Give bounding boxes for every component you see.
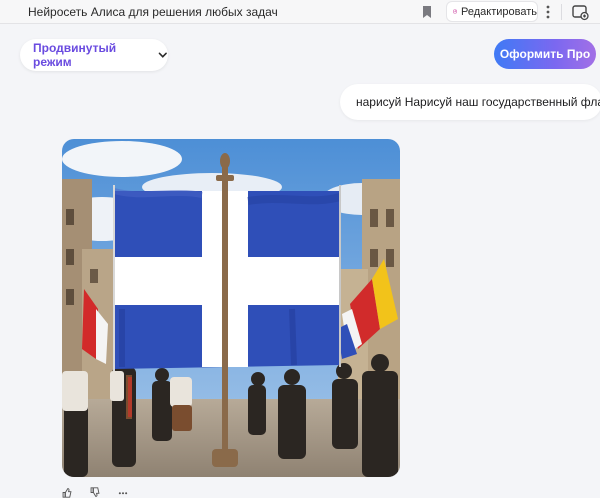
edit-button[interactable]: Редактировать: [446, 1, 538, 22]
mode-selector-label: Продвинутый режим: [33, 41, 117, 69]
message-actions: [60, 487, 130, 498]
edit-button-label: Редактировать: [461, 5, 537, 18]
bookmark-icon[interactable]: [420, 4, 434, 20]
more-horizontal-icon[interactable]: [116, 487, 130, 498]
edit-icon: [453, 9, 457, 14]
user-message-text: нарисуй Нарисуй наш государственный флаг: [356, 95, 600, 109]
subscribe-pro-button[interactable]: Оформить Про: [494, 39, 596, 69]
screenshot-icon[interactable]: [571, 3, 589, 21]
generated-flag-image[interactable]: [62, 139, 400, 477]
user-message-bubble: нарисуй Нарисуй наш государственный флаг: [340, 84, 600, 120]
flag-illustration: [62, 139, 400, 477]
page-tab-title: Нейросеть Алиса для решения любых задач: [28, 5, 278, 19]
like-icon[interactable]: [60, 487, 74, 498]
more-vertical-icon[interactable]: [543, 3, 553, 21]
chevron-down-icon: [159, 52, 168, 58]
browser-top-bar: Нейросеть Алиса для решения любых задач …: [0, 0, 600, 24]
mode-selector[interactable]: Продвинутый режим: [20, 39, 168, 71]
toolbar-divider: [561, 4, 562, 20]
dislike-icon[interactable]: [88, 487, 102, 498]
